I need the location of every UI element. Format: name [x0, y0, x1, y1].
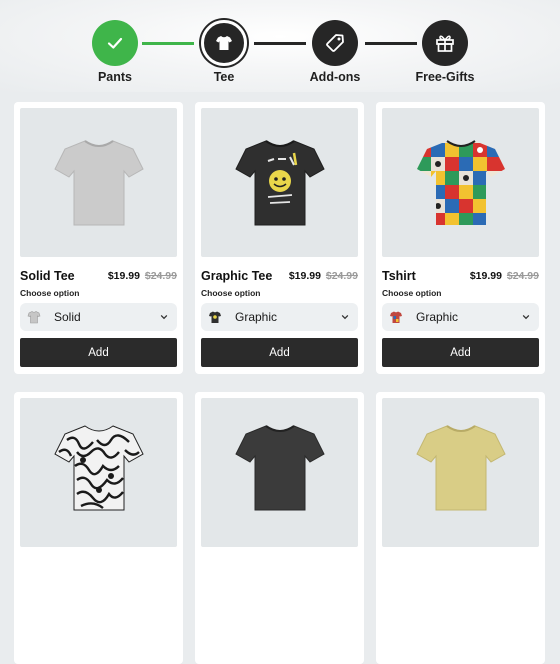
step-circle-add-ons [312, 20, 358, 66]
tshirt-khaki-image [415, 425, 506, 511]
product-card: Tshirt $19.99 $24.99 Choose option Graph… [376, 102, 545, 374]
step-label-free-gifts: Free-Gifts [415, 70, 475, 84]
product-image[interactable] [382, 108, 539, 257]
compare-price: $24.99 [325, 270, 358, 282]
option-value: Graphic [235, 310, 278, 324]
product-image[interactable] [382, 398, 539, 547]
product-card [195, 392, 364, 664]
step-label-add-ons: Add-ons [309, 70, 361, 84]
option-select[interactable]: Solid [20, 303, 177, 331]
option-thumbnail-icon [27, 310, 41, 324]
step-tee[interactable]: Tee [184, 20, 264, 84]
product-image[interactable] [201, 108, 358, 257]
product-image[interactable] [20, 108, 177, 257]
add-button[interactable]: Add [201, 338, 358, 367]
chevron-down-icon [159, 312, 169, 322]
tshirt-charcoal-image [234, 425, 325, 511]
option-thumbnail-icon [208, 310, 222, 324]
gift-icon [436, 35, 454, 52]
compare-price: $24.99 [144, 270, 177, 282]
product-card: Graphic Tee $19.99 $24.99 Choose option … [195, 102, 364, 374]
choose-option-label: Choose option [382, 288, 442, 298]
product-card [14, 392, 183, 664]
check-icon [107, 37, 123, 49]
add-button[interactable]: Add [20, 338, 177, 367]
product-image[interactable] [20, 398, 177, 547]
product-name[interactable]: Solid Tee [20, 269, 75, 283]
tshirt-doodle-image [53, 425, 144, 511]
chevron-down-icon [340, 312, 350, 322]
chevron-down-icon [521, 312, 531, 322]
step-circle-tee [201, 20, 247, 66]
step-label-pants: Pants [97, 70, 133, 84]
checkout-stepper: Pants Tee Add-ons Free-Gifts [0, 0, 560, 92]
option-thumbnail-icon [389, 310, 403, 324]
product-price: $19.99 $24.99 [470, 270, 539, 282]
sale-price: $19.99 [107, 270, 140, 282]
tag-icon [326, 34, 344, 52]
option-value: Solid [54, 310, 81, 324]
product-name[interactable]: Graphic Tee [201, 269, 272, 283]
tshirt-graphic-image [234, 139, 325, 225]
choose-option-label: Choose option [201, 288, 261, 298]
step-label-tee: Tee [213, 70, 235, 84]
option-select[interactable]: Graphic [382, 303, 539, 331]
option-select[interactable]: Graphic [201, 303, 358, 331]
product-price: $19.99 $24.99 [108, 270, 177, 282]
product-price: $19.99 $24.99 [289, 270, 358, 282]
tshirt-colorful-image [416, 139, 505, 225]
step-circle-free-gifts [422, 20, 468, 66]
step-free-gifts[interactable]: Free-Gifts [405, 20, 485, 84]
product-name[interactable]: Tshirt [382, 269, 416, 283]
product-image[interactable] [201, 398, 358, 547]
choose-option-label: Choose option [20, 288, 80, 298]
product-card: Solid Tee $19.99 $24.99 Choose option So… [14, 102, 183, 374]
tshirt-gray-image [53, 139, 144, 225]
step-circle-pants [92, 20, 138, 66]
product-card [376, 392, 545, 664]
step-pants[interactable]: Pants [75, 20, 155, 84]
step-add-ons[interactable]: Add-ons [295, 20, 375, 84]
compare-price: $24.99 [506, 270, 539, 282]
add-button[interactable]: Add [382, 338, 539, 367]
tshirt-icon [216, 36, 232, 50]
sale-price: $19.99 [469, 270, 502, 282]
option-value: Graphic [416, 310, 459, 324]
sale-price: $19.99 [288, 270, 321, 282]
